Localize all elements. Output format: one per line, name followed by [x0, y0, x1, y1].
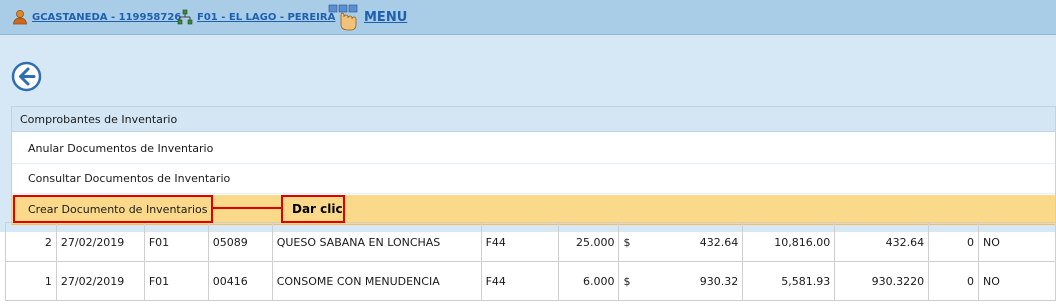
row-currency: $ [618, 222, 663, 262]
user-icon [12, 9, 28, 25]
table-row[interactable]: 1 27/02/2019 F01 00416 CONSOME CON MENUD… [5, 261, 1056, 301]
row-document: F44 [480, 261, 560, 301]
row-cost: 432.64 [834, 222, 930, 262]
row-flag: NO [978, 261, 1056, 301]
row-date: 27/02/2019 [55, 222, 145, 262]
row-total: 5,581.93 [742, 261, 836, 301]
row-quantity: 25.000 [558, 222, 620, 262]
top-bar: GCASTANEDA - 119958726 F01 - EL LAGO - P… [0, 0, 1056, 34]
row-code: 05089 [207, 222, 273, 262]
row-document: F44 [480, 222, 560, 262]
row-description: QUESO SABANA EN LONCHAS [271, 222, 482, 262]
row-code: 00416 [207, 261, 273, 301]
user-link-group[interactable]: GCASTANEDA - 119958726 [12, 9, 181, 25]
branch-link[interactable]: F01 - EL LAGO - PEREIRA [197, 12, 335, 23]
arrow-left-circle-icon [11, 61, 42, 96]
user-link[interactable]: GCASTANEDA - 119958726 [32, 12, 181, 23]
menu-item-anular[interactable]: Anular Documentos de Inventario [12, 134, 1055, 164]
menu-header: Comprobantes de Inventario [12, 107, 1055, 132]
row-unit-price: 930.32 [662, 261, 744, 301]
row-total: 10,816.00 [742, 222, 836, 262]
hand-pointer-icon [328, 3, 362, 31]
row-currency: $ [618, 261, 663, 301]
menu-link-group[interactable]: MENU [328, 3, 407, 31]
annotation-connector [213, 207, 281, 209]
row-unit-price: 432.64 [662, 222, 744, 262]
row-number: 2 [5, 222, 57, 262]
row-number: 1 [5, 261, 57, 301]
menu-link[interactable]: MENU [364, 10, 407, 25]
row-description: CONSOME CON MENUDENCIA [271, 261, 482, 301]
row-date: 27/02/2019 [55, 261, 145, 301]
annotation-highlight-box [13, 195, 213, 223]
row-branch: F01 [143, 222, 209, 262]
row-cost: 930.3220 [834, 261, 930, 301]
menu-item-consultar[interactable]: Consultar Documentos de Inventario [12, 164, 1055, 194]
row-flag: NO [978, 222, 1056, 262]
table-row[interactable]: 2 27/02/2019 F01 05089 QUESO SABANA EN L… [5, 222, 1056, 262]
back-button[interactable] [11, 61, 42, 92]
annotation-label: Dar clic [281, 195, 345, 223]
branch-link-group[interactable]: F01 - EL LAGO - PEREIRA [177, 9, 335, 25]
row-branch: F01 [143, 261, 209, 301]
network-icon [177, 9, 193, 25]
row-zero: 0 [928, 222, 980, 262]
row-quantity: 6.000 [558, 261, 620, 301]
row-zero: 0 [928, 261, 980, 301]
inventory-table: 2 27/02/2019 F01 05089 QUESO SABANA EN L… [5, 222, 1056, 301]
